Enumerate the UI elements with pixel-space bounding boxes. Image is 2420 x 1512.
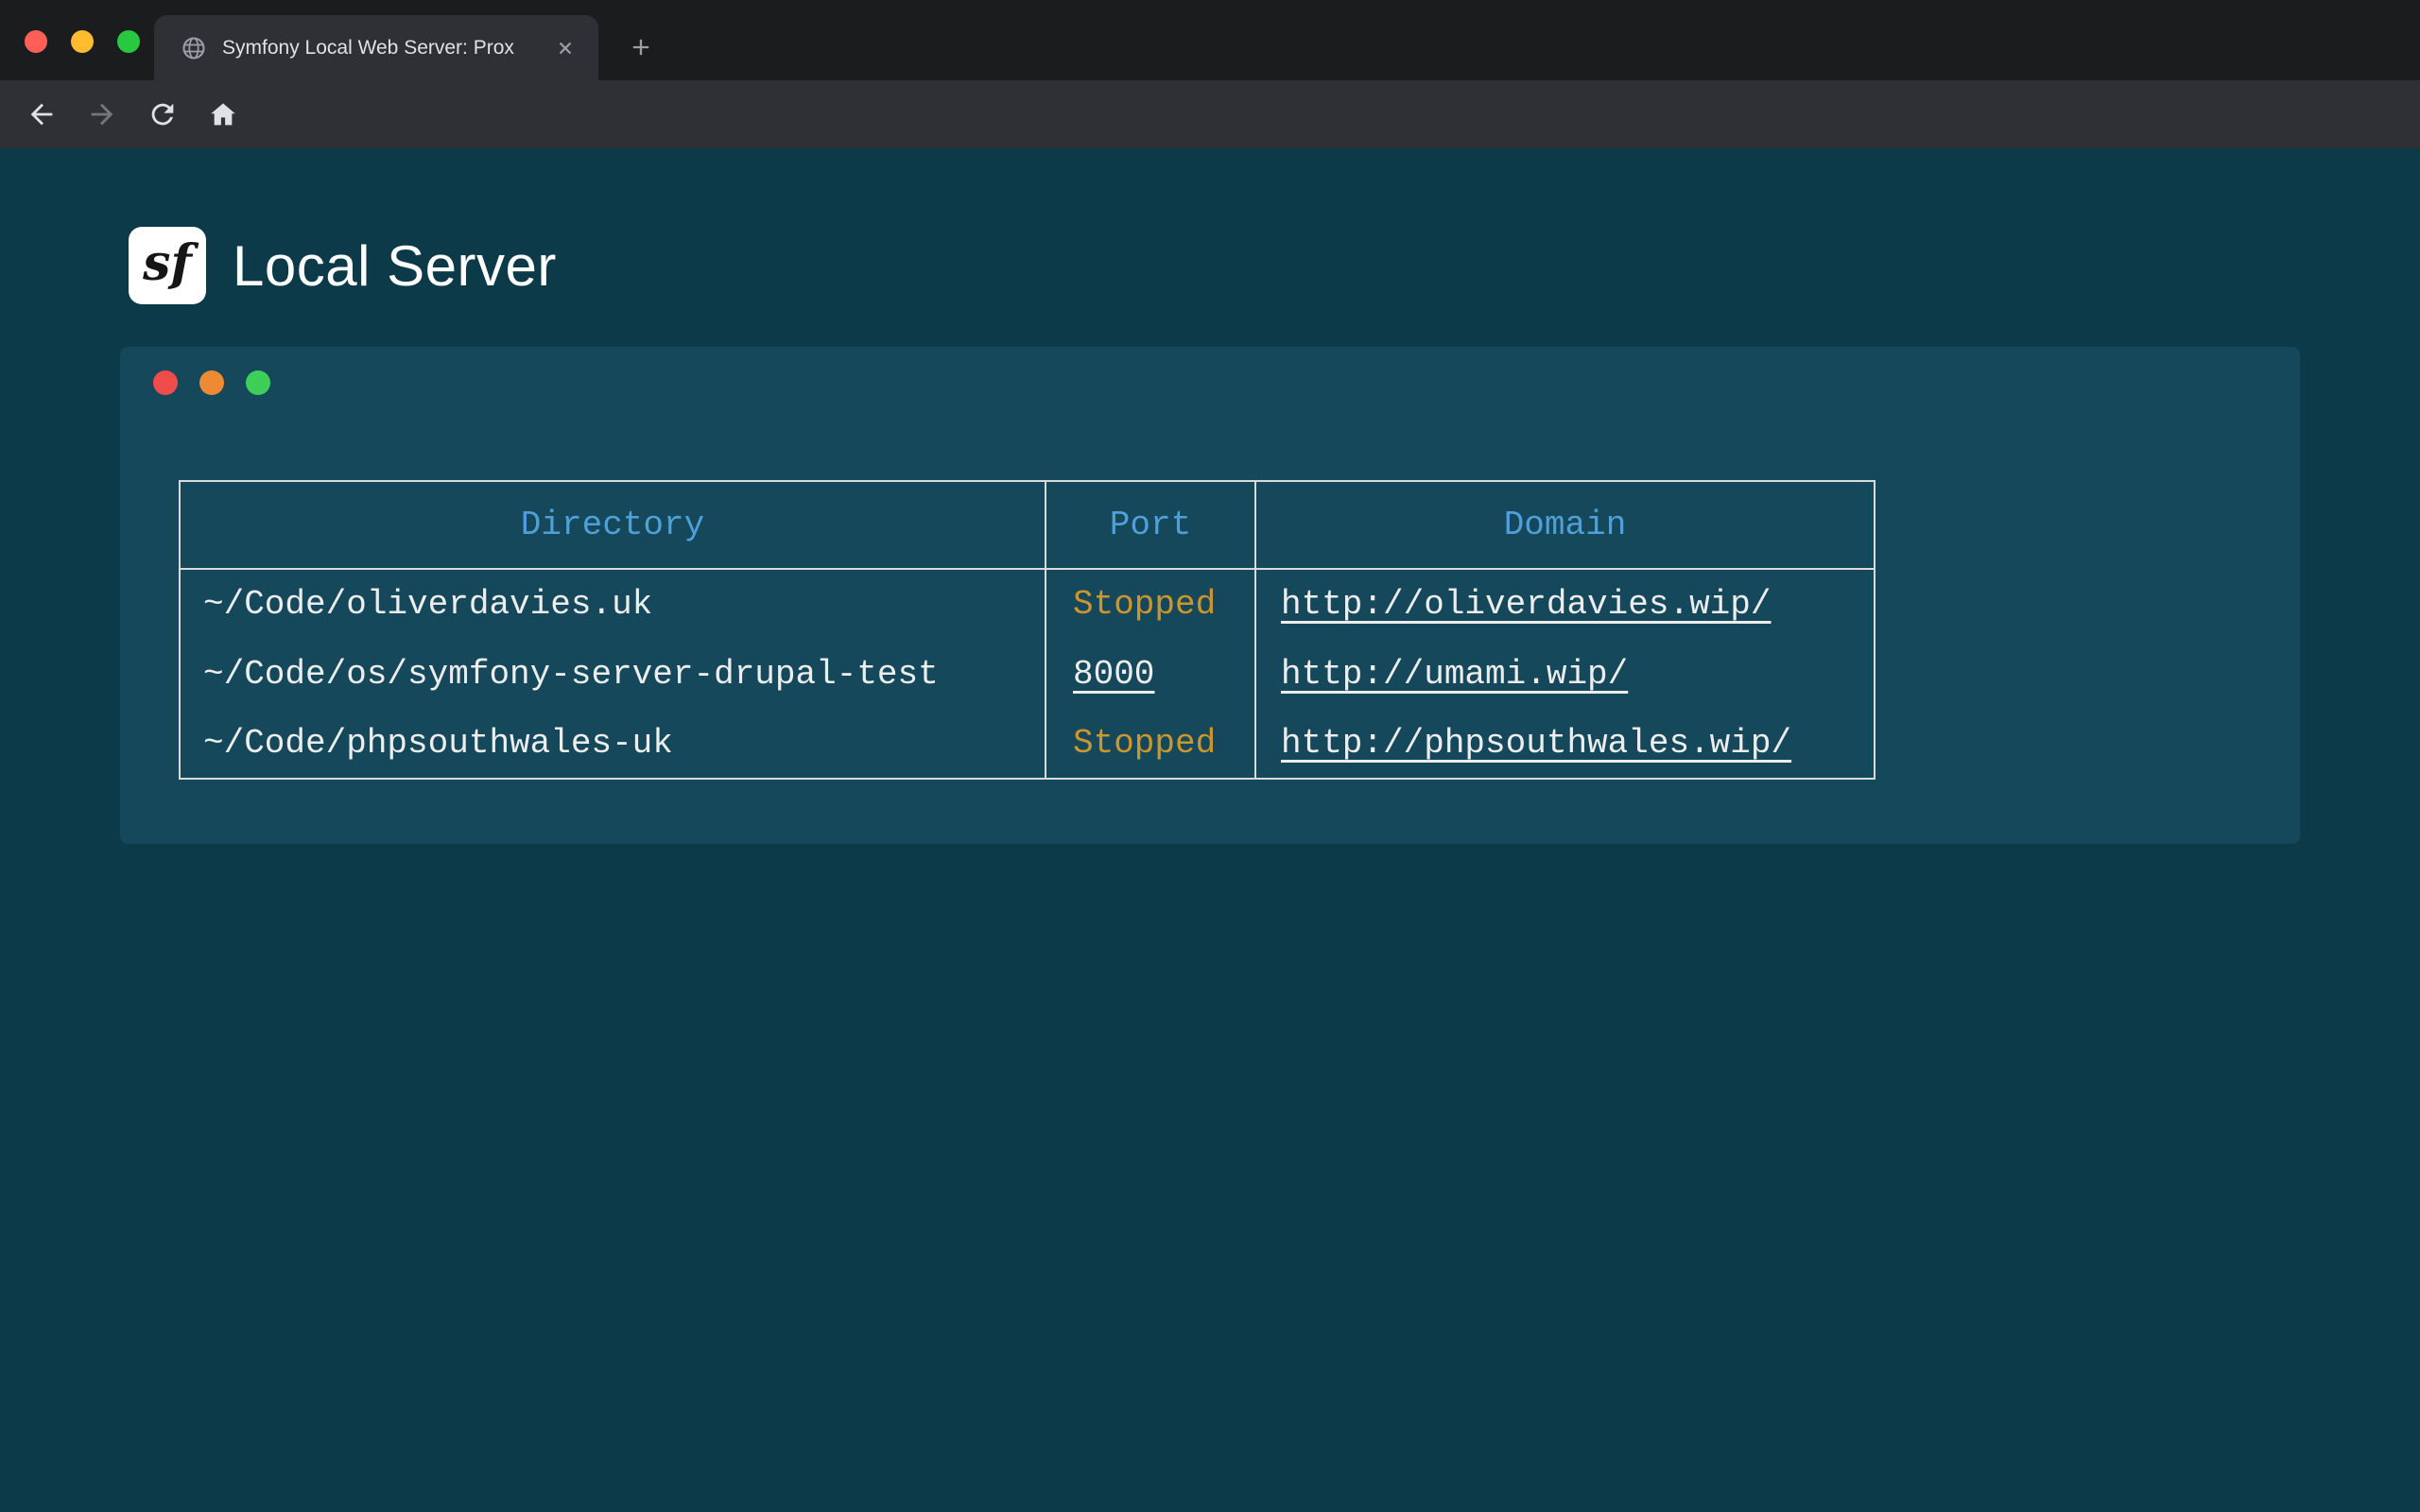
domain-link[interactable]: http://oliverdavies.wip/ [1281, 585, 1771, 624]
window-controls [25, 30, 140, 53]
tab-close-icon[interactable] [551, 34, 579, 62]
table-header-row: Directory Port Domain [180, 481, 1875, 569]
symfony-local-server-page: sf Local Server Directory Port Domain ~/… [0, 148, 2420, 1512]
servers-table: Directory Port Domain ~/Code/oliverdavie… [179, 480, 1876, 780]
home-button[interactable] [200, 92, 246, 137]
terminal-dot-green [246, 370, 270, 395]
window-zoom-button[interactable] [117, 30, 140, 53]
browser-tab[interactable]: Symfony Local Web Server: Prox [154, 15, 598, 80]
domain-link[interactable]: http://phpsouthwales.wip/ [1281, 724, 1791, 763]
table-row: ~/Code/os/symfony-server-drupal-test 800… [180, 639, 1875, 709]
terminal-dot-orange [199, 370, 224, 395]
directory-cell: ~/Code/phpsouthwales-uk [180, 709, 1046, 779]
directory-cell: ~/Code/oliverdavies.uk [180, 569, 1046, 639]
terminal-dot-red [153, 370, 178, 395]
symfony-logo: sf [129, 227, 206, 304]
column-header-port: Port [1046, 481, 1255, 569]
port-link[interactable]: 8000 [1073, 655, 1154, 694]
port-status-stopped: Stopped [1073, 724, 1216, 763]
globe-favicon-icon [181, 35, 207, 61]
table-row: ~/Code/oliverdavies.uk Stopped http://ol… [180, 569, 1875, 639]
tab-title: Symfony Local Web Server: Prox [222, 37, 534, 60]
symfony-logo-glyph: sf [143, 234, 192, 292]
tab-strip: Symfony Local Web Server: Prox [0, 0, 2420, 80]
page-title: Local Server [233, 227, 557, 304]
table-row: ~/Code/phpsouthwales-uk Stopped http://p… [180, 709, 1875, 779]
terminal-window-dots [153, 370, 270, 395]
reload-button[interactable] [140, 92, 185, 137]
directory-cell: ~/Code/os/symfony-server-drupal-test [180, 639, 1046, 709]
server-terminal-card: Directory Port Domain ~/Code/oliverdavie… [120, 347, 2300, 844]
port-status-stopped: Stopped [1073, 585, 1216, 624]
forward-button[interactable] [79, 92, 125, 137]
domain-link[interactable]: http://umami.wip/ [1281, 655, 1628, 694]
window-minimize-button[interactable] [71, 30, 94, 53]
back-button[interactable] [19, 92, 64, 137]
window-close-button[interactable] [25, 30, 47, 53]
browser-toolbar: localhost:7080 U A V [0, 80, 2420, 148]
column-header-directory: Directory [180, 481, 1046, 569]
column-header-domain: Domain [1255, 481, 1875, 569]
new-tab-button[interactable] [618, 25, 664, 70]
